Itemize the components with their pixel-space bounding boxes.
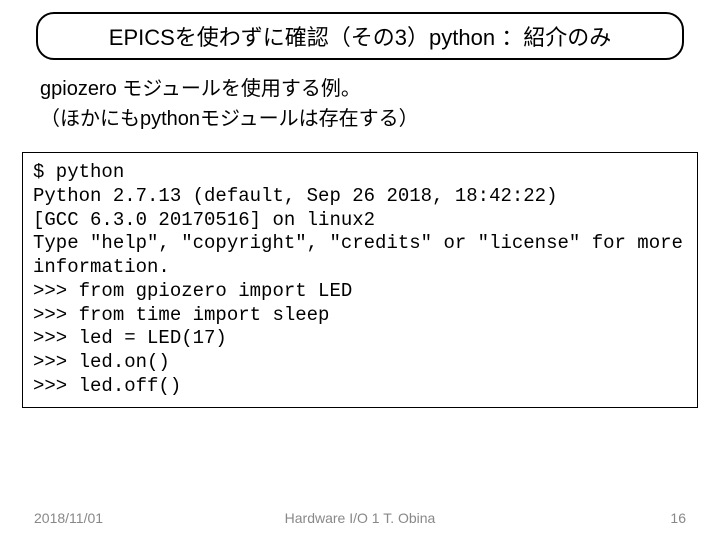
footer-page: 16	[670, 510, 686, 526]
intro-line-1: gpiozero モジュールを使用する例。	[40, 74, 702, 104]
footer-date: 2018/11/01	[34, 510, 103, 526]
intro-text: gpiozero モジュールを使用する例。 （ほかにもpythonモジュールは存…	[40, 74, 702, 134]
intro-line-2: （ほかにもpythonモジュールは存在する）	[40, 104, 702, 134]
slide: EPICSを使わずに確認（その3）python ：紹介のみ gpiozero モ…	[0, 0, 720, 540]
footer-center: Hardware I/O 1 T. Obina	[0, 510, 720, 526]
footer: 2018/11/01 Hardware I/O 1 T. Obina 16	[0, 510, 720, 526]
slide-title: EPICSを使わずに確認（その3）python ：紹介のみ	[109, 25, 611, 50]
code-block: $ python Python 2.7.13 (default, Sep 26 …	[22, 152, 698, 408]
title-box: EPICSを使わずに確認（その3）python ：紹介のみ	[36, 12, 684, 60]
